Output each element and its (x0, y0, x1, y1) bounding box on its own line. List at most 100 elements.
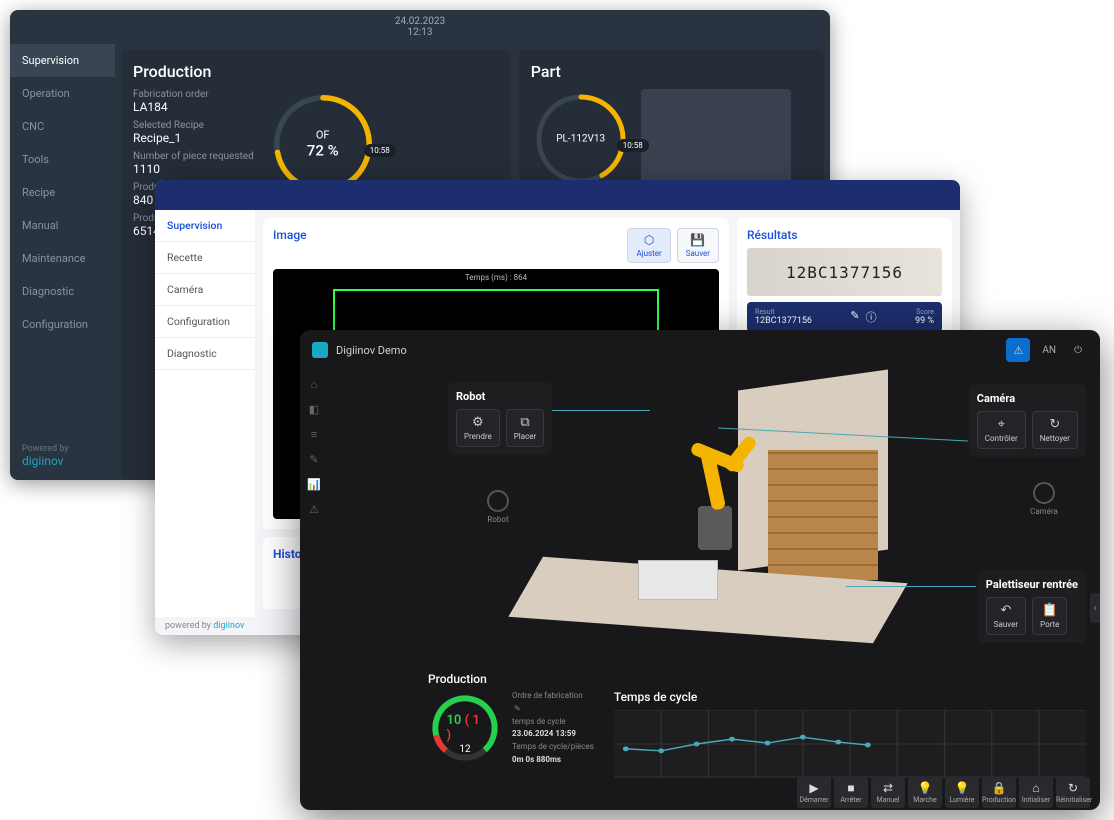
window-header: Digiinov Demo ⚠ AN ⏻ (300, 330, 1100, 370)
lock-icon: 🔒 (982, 781, 1016, 795)
brand-logo: digiinov (22, 454, 63, 468)
order-label: Ordre de fabrication (512, 690, 594, 703)
focus-icon: ⌖ (985, 417, 1018, 432)
robot-take-button[interactable]: ⚙Prendre (456, 409, 500, 447)
list-icon[interactable]: ≡ (311, 428, 317, 441)
tab-diagnostic[interactable]: Diagnostic (155, 338, 255, 370)
production-meta: Ordre de fabrication ✎ temps de cycle 23… (512, 690, 594, 767)
run-button[interactable]: 💡Marche (908, 777, 942, 808)
save-button[interactable]: 💾 Sauver (677, 228, 719, 263)
robot-place-button[interactable]: ⧉Placer (506, 409, 544, 447)
refresh-icon: ↻ (1056, 781, 1090, 795)
nav-diagnostic[interactable]: Diagnostic (10, 275, 115, 308)
reset-label: Réinitialiser (1056, 796, 1092, 804)
time: 12:13 (408, 27, 433, 38)
timing-label: Temps (ms) : 864 (465, 273, 527, 282)
powered-label: powered by (165, 621, 211, 631)
results-panel: Résultats 12BC1377156 Result 12BC1377156… (737, 218, 952, 342)
undo-icon: ↶ (994, 603, 1018, 618)
results-title: Résultats (747, 228, 942, 242)
production-label: Production (982, 796, 1016, 804)
nav-cnc[interactable]: CNC (10, 110, 115, 143)
production-button[interactable]: 🔒Production (982, 777, 1016, 808)
palletizer-save-button[interactable]: ↶Sauver (986, 597, 1026, 635)
callout-line (540, 410, 650, 411)
bottom-toolbar: ▶Démarrer ■Arrêter ⇄Manuel 💡Marche 💡Lumi… (797, 777, 1090, 808)
tab-recette[interactable]: Recette (155, 242, 255, 274)
nav-tools[interactable]: Tools (10, 143, 115, 176)
adjust-button[interactable]: ⬡Ajuster (627, 228, 670, 263)
score-label: Score (915, 308, 934, 316)
part-time-badge: 10:58 (617, 139, 649, 152)
part-gauge: PL-112V13 10:58 (531, 89, 631, 189)
user-badge[interactable]: AN (1036, 341, 1062, 360)
recipe-label: Selected Recipe (133, 120, 254, 131)
nav-maintenance[interactable]: Maintenance (10, 242, 115, 275)
tab-configuration[interactable]: Configuration (155, 306, 255, 338)
bulb-icon: 💡 (945, 781, 979, 795)
save-label: Sauver (686, 249, 710, 258)
init-button[interactable]: ⌂Initialiser (1019, 777, 1053, 808)
info-icon[interactable]: ⓘ (866, 309, 877, 325)
nav-recipe[interactable]: Recipe (10, 176, 115, 209)
save-icon: 💾 (686, 233, 710, 247)
stop-button[interactable]: ■Arrêter (834, 777, 868, 808)
cycletime-value: 23.06.2024 13:59 (512, 729, 576, 738)
cycle-time-widget: Temps de cycle (614, 690, 1086, 778)
nav-supervision[interactable]: Supervision (10, 44, 115, 77)
result-row: Result 12BC1377156 ✎ ⓘ Score 99 % (747, 302, 942, 332)
good-count: 10 (447, 713, 462, 728)
powered-by: Powered by digiinov (22, 444, 69, 468)
expand-handle[interactable]: ‹ (1090, 593, 1100, 623)
home-icon: ⌂ (1019, 781, 1053, 795)
start-button[interactable]: ▶Démarrer (797, 777, 831, 808)
nav-manual[interactable]: Manual (10, 209, 115, 242)
tab-supervision[interactable]: Supervision (155, 210, 255, 242)
tab-camera[interactable]: Caméra (155, 274, 255, 306)
cycle-title: Temps de cycle (614, 690, 1086, 704)
palletizer-door-button[interactable]: 📋Porte (1032, 597, 1067, 635)
camera-status-label: Caméra (1030, 507, 1058, 516)
stop-label: Arrêter (840, 796, 861, 804)
layers-icon[interactable]: ◧ (309, 403, 319, 416)
production-title: Production (428, 672, 487, 686)
production-gauge: 10 ( 1 ) 12 (428, 691, 502, 765)
play-icon: ▶ (797, 781, 831, 795)
clean-label: Nettoyer (1040, 434, 1070, 443)
robot-arm (668, 410, 758, 550)
run-label: Marche (913, 796, 936, 804)
warning-icon[interactable]: ⚠ (309, 503, 319, 516)
edit-icon[interactable]: ✎ (514, 704, 521, 713)
production-widget: Production 10 ( 1 ) 12 Ordre de fabricat… (428, 690, 594, 767)
edit-icon[interactable]: ✎ (850, 309, 859, 325)
production-count: 10 ( 1 ) (447, 713, 484, 743)
refresh-icon: ↻ (1040, 417, 1070, 432)
datetime-header: 24.02.2023 12:13 (10, 10, 830, 44)
gauge-of-label: OF (307, 129, 339, 142)
image-title: Image (273, 228, 307, 242)
home-icon[interactable]: ⌂ (311, 378, 318, 391)
camera-clean-button[interactable]: ↻ Nettoyer (1032, 411, 1078, 449)
power-button[interactable]: ⏻ (1068, 341, 1088, 360)
camera-control-button[interactable]: ⌖Contrôler (977, 411, 1026, 449)
manual-button[interactable]: ⇄Manuel (871, 777, 905, 808)
nav-configuration[interactable]: Configuration (10, 308, 115, 341)
totaltime-label: Temps de cycle/pièces (512, 741, 594, 754)
edit-icon[interactable]: ✎ (309, 453, 318, 466)
reset-button[interactable]: ↻Réinitialiser (1056, 777, 1090, 808)
nav-operation[interactable]: Operation (10, 77, 115, 110)
alerts-button[interactable]: ⚠ (1006, 338, 1030, 362)
light-button[interactable]: 💡Lumière (945, 777, 979, 808)
stop-icon: ■ (834, 781, 868, 795)
power-icon: ⏻ (1074, 345, 1082, 356)
manual-label: Manuel (876, 796, 899, 804)
chart-icon[interactable]: 📊 (307, 478, 321, 491)
production-sub: 12 (459, 744, 470, 755)
left-icon-rail: ⌂ ◧ ≡ ✎ 📊 ⚠ (300, 370, 328, 810)
gauge-of-pct: 72 % (307, 142, 339, 160)
clipboard-icon: 📋 (1040, 603, 1059, 618)
3d-viewport[interactable]: Robot ⚙Prendre ⧉Placer Robot Caméra ⌖Con… (328, 370, 1100, 810)
fab-order-value: LA184 (133, 100, 254, 114)
gear-icon: ⚙ (464, 415, 492, 430)
cube-icon: ⬡ (636, 233, 661, 247)
